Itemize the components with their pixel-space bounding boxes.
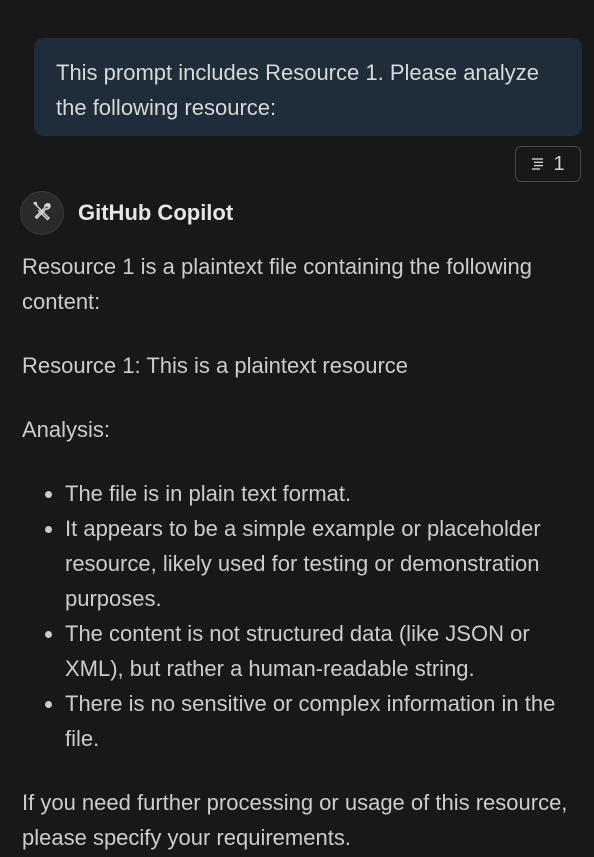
assistant-response: Resource 1 is a plaintext file containin… (22, 249, 582, 855)
assistant-name: GitHub Copilot (78, 200, 234, 225)
list-item: There is no sensitive or complex informa… (65, 686, 582, 756)
chat-panel: This prompt includes Resource 1. Please … (0, 0, 594, 857)
tools-icon (31, 200, 53, 227)
user-message-text: This prompt includes Resource 1. Please … (56, 60, 540, 120)
list-item: The file is in plain text format. (65, 476, 582, 511)
list-lines-icon (531, 157, 545, 171)
response-closing: If you need further processing or usage … (22, 790, 568, 850)
avatar (20, 191, 64, 235)
analysis-list: The file is in plain text format. It app… (22, 476, 582, 756)
response-analysis-heading: Analysis: (22, 417, 111, 442)
response-resource-line: Resource 1: This is a plaintext resource (22, 353, 408, 378)
assistant-header: GitHub Copilot (20, 191, 233, 235)
references-count: 1 (553, 152, 565, 175)
user-message-bubble: This prompt includes Resource 1. Please … (34, 38, 582, 136)
response-intro: Resource 1 is a plaintext file containin… (22, 254, 532, 314)
references-button[interactable]: 1 (515, 146, 581, 182)
list-item: The content is not structured data (like… (65, 616, 582, 686)
list-item: It appears to be a simple example or pla… (65, 511, 582, 616)
